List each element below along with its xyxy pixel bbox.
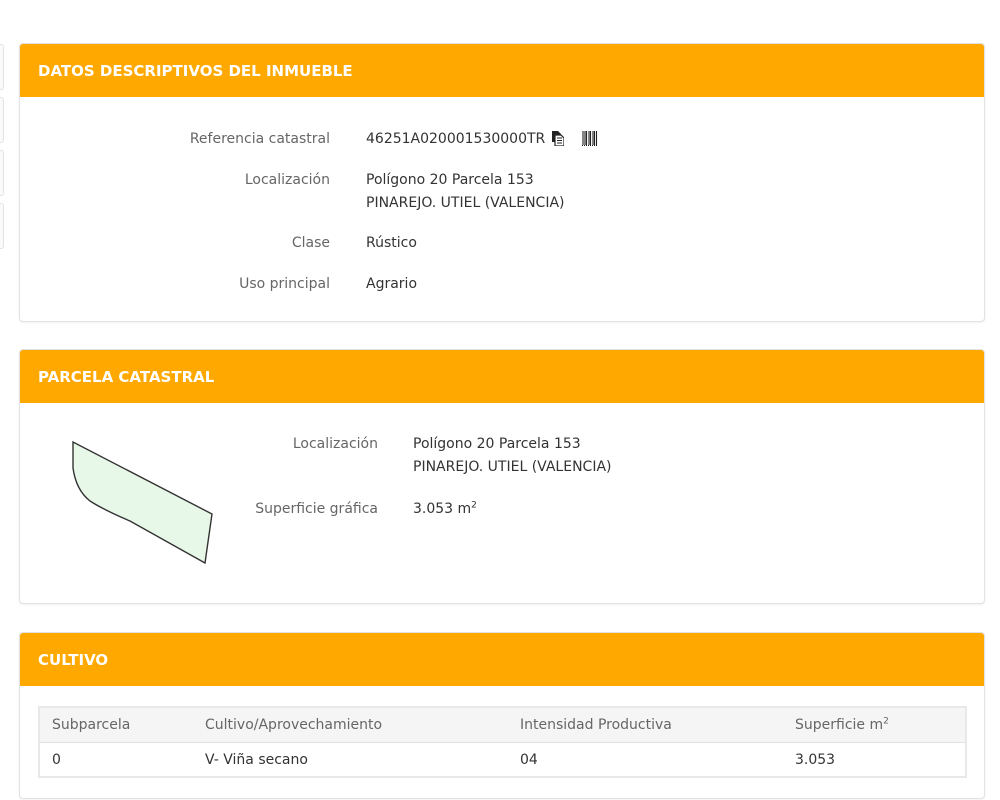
side-tab-1[interactable] xyxy=(0,44,4,90)
parcela-localizacion-label: Localización xyxy=(292,436,378,452)
cell-subparcela: 0 xyxy=(52,751,61,768)
col-cultivo: Cultivo/Aprovechamiento xyxy=(193,707,508,743)
localizacion-label: Localización xyxy=(244,172,330,188)
table-row: 0 V- Viña secano 04 3.053 xyxy=(39,743,966,778)
col-subparcela: Subparcela xyxy=(39,707,193,743)
localizacion-line2: PINAREJO. UTIEL (VALENCIA) xyxy=(366,195,565,211)
datos-descriptivos-header: DATOS DESCRIPTIVOS DEL INMUEBLE xyxy=(20,44,984,97)
localizacion-value: Polígono 20 Parcela 153 PINAREJO. UTIEL … xyxy=(366,169,564,215)
side-tab-2[interactable] xyxy=(0,97,4,143)
clase-label: Clase xyxy=(291,235,330,251)
localizacion-line1: Polígono 20 Parcela 153 xyxy=(366,172,534,188)
referencia-catastral-text: 46251A020001530000TR xyxy=(366,131,546,147)
superficie-grafica-exponent: 2 xyxy=(471,500,477,511)
uso-principal-value: Agrario xyxy=(366,276,418,292)
parcela-catastral-panel: PARCELA CATASTRAL Localización Polígono … xyxy=(19,349,985,604)
superficie-grafica-value: 3.053 m2 xyxy=(413,498,477,521)
superficie-grafica-number: 3.053 m xyxy=(413,501,472,517)
superficie-grafica-label: Superficie gráfica xyxy=(255,501,378,517)
referencia-catastral-value: 46251A020001530000TR xyxy=(366,128,599,154)
cultivo-header: CULTIVO xyxy=(20,633,984,686)
cultivo-table: Subparcela Cultivo/Aprovechamiento Inten… xyxy=(38,706,967,778)
cell-cultivo: V- Viña secano xyxy=(205,751,308,768)
referencia-catastral-label: Referencia catastral xyxy=(189,131,330,147)
cell-intensidad: 04 xyxy=(520,751,538,768)
parcela-catastral-header: PARCELA CATASTRAL xyxy=(20,350,984,403)
side-tab-4[interactable] xyxy=(0,203,4,249)
parcela-localizacion-line2: PINAREJO. UTIEL (VALENCIA) xyxy=(413,459,612,475)
parcela-localizacion-value: Polígono 20 Parcela 153 PINAREJO. UTIEL … xyxy=(413,433,611,479)
col-superficie: Superficie m2 xyxy=(783,707,966,743)
barcode-icon[interactable] xyxy=(582,130,599,154)
clase-value: Rústico xyxy=(366,235,417,251)
cultivo-table-header-row: Subparcela Cultivo/Aprovechamiento Inten… xyxy=(39,707,966,743)
col-superficie-exponent: 2 xyxy=(883,716,889,727)
uso-principal-label: Uso principal xyxy=(239,276,330,292)
copy-icon[interactable] xyxy=(550,130,565,154)
col-intensidad: Intensidad Productiva xyxy=(508,707,783,743)
side-tab-3[interactable] xyxy=(0,150,4,196)
cell-superficie: 3.053 xyxy=(795,751,836,768)
parcela-localizacion-line1: Polígono 20 Parcela 153 xyxy=(413,436,581,452)
cultivo-panel: CULTIVO Subparcela Cultivo/Aprovechamien… xyxy=(19,632,985,799)
datos-descriptivos-panel: DATOS DESCRIPTIVOS DEL INMUEBLE Referenc… xyxy=(19,43,985,322)
col-superficie-text: Superficie m xyxy=(795,717,884,733)
